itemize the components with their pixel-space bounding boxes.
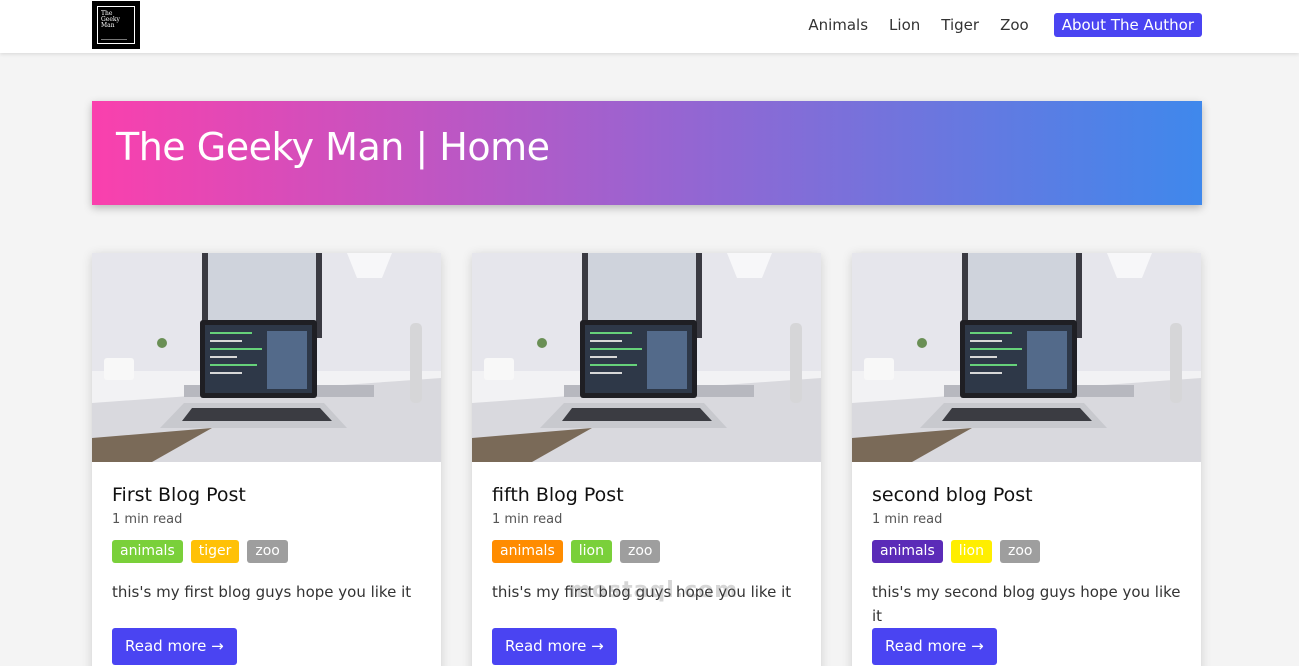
logo-underline [101,39,127,40]
tag-animals[interactable]: animals [872,540,943,563]
post-image[interactable] [852,253,1201,462]
blog-card: fifth Blog Post 1 min read animals lion … [472,253,821,666]
nav-link-zoo[interactable]: Zoo [1000,13,1029,37]
logo-frame: The Geeky Man [97,6,135,44]
post-image[interactable] [92,253,441,462]
watermark: mostaql.com [568,578,739,603]
tag-lion[interactable]: lion [950,540,992,563]
tag-animals[interactable]: animals [492,540,563,563]
nav-links: Animals Lion Tiger Zoo About The Author [787,13,1202,37]
page-title: The Geeky Man | Home [116,125,550,169]
tag-list: animals lion zoo [492,540,801,564]
tag-tiger[interactable]: tiger [190,540,240,563]
laptop-desk-illustration [472,253,821,462]
tag-zoo[interactable]: zoo [247,540,288,563]
post-title[interactable]: fifth Blog Post [492,482,801,508]
post-excerpt: this's my second blog guys hope you like… [872,583,1181,625]
tag-animals[interactable]: animals [112,540,183,563]
laptop-desk-illustration [92,253,441,462]
post-title[interactable]: First Blog Post [112,482,421,508]
nav-link-about-author[interactable]: About The Author [1053,13,1202,37]
blog-card: second blog Post 1 min read animals lion… [852,253,1201,666]
card-body: First Blog Post 1 min read animals tiger… [92,462,441,665]
read-time: 1 min read [492,512,563,527]
tag-zoo[interactable]: zoo [999,540,1041,563]
post-image[interactable] [472,253,821,462]
tag-list: animals tiger zoo [112,540,421,564]
read-time: 1 min read [112,512,183,527]
read-more-button[interactable]: Read more → [492,628,617,665]
read-more-button[interactable]: Read more → [112,628,237,665]
nav-link-lion[interactable]: Lion [889,13,920,37]
card-body: fifth Blog Post 1 min read animals lion … [472,462,821,665]
nav-link-animals[interactable]: Animals [808,13,868,37]
blog-card: First Blog Post 1 min read animals tiger… [92,253,441,666]
tag-list: animals lion zoo [872,540,1181,564]
logo-text: The Geeky Man [101,10,120,29]
tag-lion[interactable]: lion [570,540,612,563]
nav-link-tiger[interactable]: Tiger [941,13,979,37]
read-time: 1 min read [872,512,943,527]
card-body: second blog Post 1 min read animals lion… [852,462,1201,665]
laptop-desk-illustration [852,253,1201,462]
read-more-button[interactable]: Read more → [872,628,997,665]
tag-zoo[interactable]: zoo [619,540,661,563]
post-title[interactable]: second blog Post [872,482,1181,508]
post-excerpt: this's my first blog guys hope you like … [112,583,412,601]
navbar: The Geeky Man Animals Lion Tiger Zoo Abo… [0,0,1299,53]
hero-banner: The Geeky Man | Home [92,101,1202,205]
site-logo[interactable]: The Geeky Man [92,1,140,49]
